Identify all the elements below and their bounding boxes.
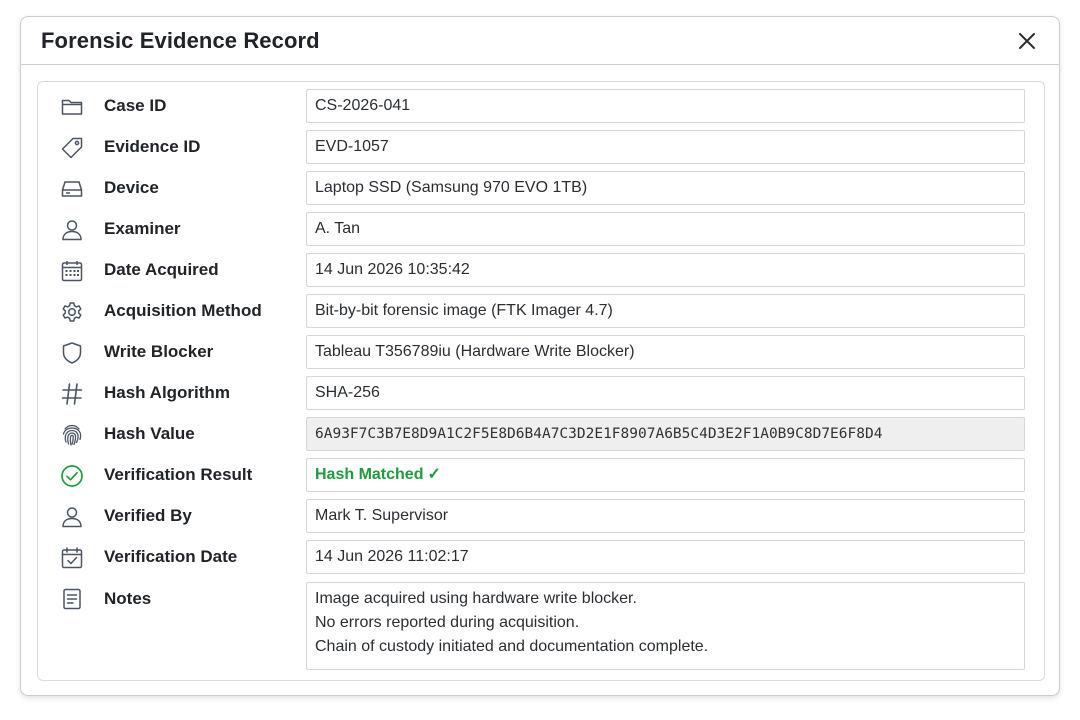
field-label-device: Device [104,178,159,197]
verification-date-field[interactable]: 14 Jun 2026 11:02:17 [306,540,1025,574]
field-label-verification-result: Verification Result [104,465,253,484]
hash-icon [60,382,84,406]
verification-result-value: Hash Matched [315,466,424,483]
field-label-case-id: Case ID [104,96,167,115]
field-label-hash-value: Hash Value [104,424,195,443]
dialog-titlebar: Forensic Evidence Record [21,17,1059,65]
check-circle-icon [60,464,84,488]
user-icon [60,505,84,529]
field-label-examiner: Examiner [104,219,181,238]
tag-icon [60,136,84,160]
case-id-field[interactable]: CS-2026-041 [306,89,1025,123]
field-label-notes: Notes [104,589,152,608]
evidence-id-field[interactable]: EVD-1057 [306,130,1025,164]
field-label-verification-date: Verification Date [104,547,238,566]
calendar-icon [60,259,84,283]
write-blocker-field[interactable]: Tableau T356789iu (Hardware Write Blocke… [306,335,1025,369]
acquisition-method-field[interactable]: Bit-by-bit forensic image (FTK Imager 4.… [306,294,1025,328]
notes-line: No errors reported during acquisition. [315,614,580,631]
field-label-verified-by: Verified By [104,506,192,525]
record-panel: Case ID CS-2026-041 Evidence ID EVD-1057 [37,81,1045,681]
user-icon [60,218,84,242]
gear-icon [60,300,84,324]
field-label-hash-algorithm: Hash Algorithm [104,383,230,402]
evidence-record-dialog: Forensic Evidence Record Case ID CS-2026… [20,16,1060,696]
hash-algorithm-field[interactable]: SHA-256 [306,376,1025,410]
folder-icon [60,95,84,119]
notes-line: Image acquired using hardware write bloc… [315,590,637,607]
calendar-check-icon [60,546,84,570]
hard-drive-icon [60,177,84,201]
verification-result-field[interactable]: Hash Matched ✓ [306,458,1025,492]
verified-by-field[interactable]: Mark T. Supervisor [306,499,1025,533]
field-label-write-blocker: Write Blocker [104,342,214,361]
dialog-title: Forensic Evidence Record [41,27,320,53]
field-label-acquisition-method: Acquisition Method [104,301,262,320]
date-acquired-field[interactable]: 14 Jun 2026 10:35:42 [306,253,1025,287]
examiner-field[interactable]: A. Tan [306,212,1025,246]
checkmark-icon: ✓ [427,466,441,483]
document-icon [60,587,84,611]
hash-value-field[interactable]: 6A93F7C3B7E8D9A1C2F5E8D6B4A7C3D2E1F8907A… [306,417,1025,451]
notes-line: Chain of custody initiated and documenta… [315,638,709,655]
notes-textarea[interactable]: Image acquired using hardware write bloc… [306,582,1025,670]
field-label-evidence-id: Evidence ID [104,137,201,156]
device-field[interactable]: Laptop SSD (Samsung 970 EVO 1TB) [306,171,1025,205]
field-label-date-acquired: Date Acquired [104,260,219,279]
fingerprint-icon [60,423,84,447]
close-icon[interactable] [1017,31,1037,51]
close-button[interactable] [1013,27,1041,55]
shield-icon [60,341,84,365]
